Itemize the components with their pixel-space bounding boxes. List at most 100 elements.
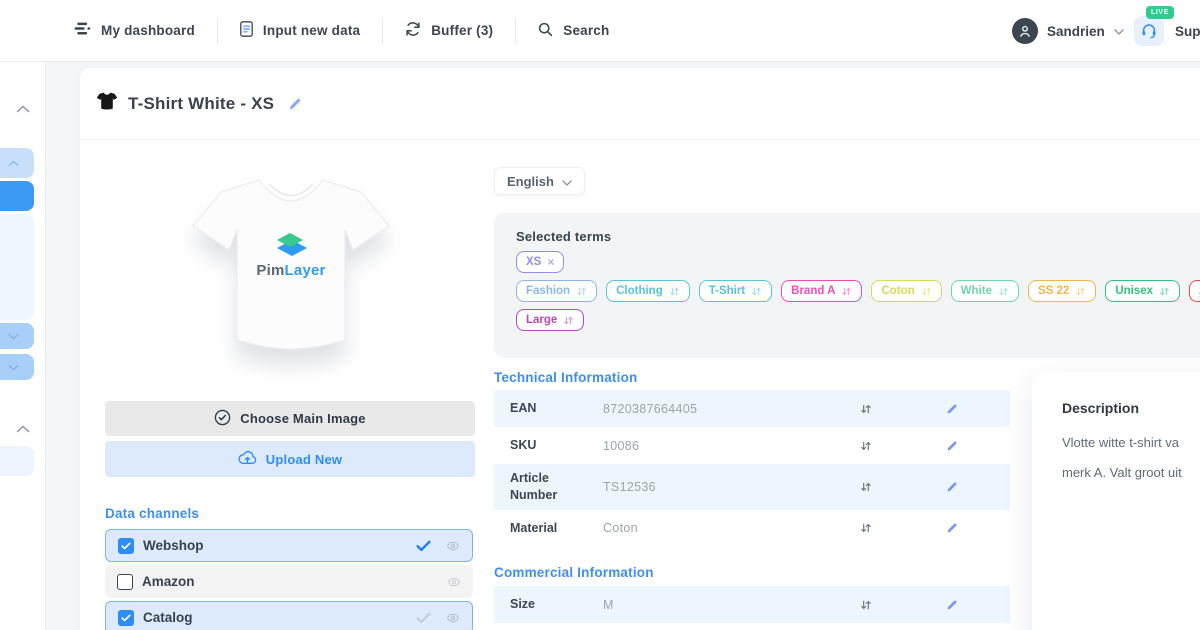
eye-icon[interactable] bbox=[446, 539, 460, 553]
app-root: My dashboard Input new data Buffer (3) S… bbox=[0, 0, 1200, 630]
attribute-value: Coton bbox=[603, 521, 638, 535]
tag-label: Clothing bbox=[616, 285, 663, 297]
attribute-row-article-number: Article Number TS12536 bbox=[494, 464, 1010, 510]
sidebar-group[interactable] bbox=[0, 214, 34, 320]
sidebar-item[interactable] bbox=[0, 148, 34, 178]
checkbox-checked[interactable] bbox=[118, 538, 134, 554]
term-tag-fashion[interactable]: Fashion bbox=[516, 280, 597, 302]
edit-icon[interactable] bbox=[946, 481, 958, 493]
language-value: English bbox=[507, 174, 554, 189]
checkbox-checked[interactable] bbox=[118, 610, 134, 626]
tag-label: White bbox=[961, 285, 992, 297]
attribute-label: Size bbox=[510, 596, 587, 613]
sort-icon[interactable] bbox=[860, 599, 872, 611]
tag-label: Large bbox=[526, 314, 557, 326]
refresh-icon bbox=[405, 21, 421, 40]
tag-label: Coton bbox=[881, 285, 914, 297]
sidebar-item[interactable] bbox=[0, 354, 34, 380]
upload-new-button[interactable]: Upload New bbox=[105, 441, 475, 477]
term-tag-ss-22[interactable]: SS 22 bbox=[1028, 280, 1096, 302]
eye-icon[interactable] bbox=[446, 611, 460, 625]
nav-my-dashboard[interactable]: My dashboard bbox=[74, 18, 217, 44]
data-channels-heading: Data channels bbox=[105, 506, 199, 521]
terms-row-2: Large bbox=[516, 309, 1200, 331]
edit-icon[interactable] bbox=[946, 522, 958, 534]
language-selector[interactable]: English bbox=[494, 167, 585, 195]
chevron-down-icon bbox=[562, 174, 572, 189]
channel-webshop[interactable]: Webshop bbox=[105, 529, 473, 562]
attribute-value: M bbox=[603, 598, 614, 612]
description-text-line: Vlotte witte t-shirt va bbox=[1062, 428, 1200, 458]
edit-icon[interactable] bbox=[288, 97, 302, 111]
tshirt-icon bbox=[96, 92, 118, 116]
channel-label: Amazon bbox=[142, 574, 195, 589]
sort-icon bbox=[563, 315, 574, 326]
edit-icon[interactable] bbox=[946, 403, 958, 415]
nav-buffer[interactable]: Buffer (3) bbox=[382, 18, 515, 44]
nav-label: Search bbox=[563, 23, 609, 38]
term-tag-unisex[interactable]: Unisex bbox=[1105, 280, 1180, 302]
terms-row-1: Fashion Clothing T-Shirt Brand A Coton White S… bbox=[516, 280, 1200, 302]
pimlayer-logo: PimLayer bbox=[185, 232, 397, 279]
nav-input-new-data[interactable]: Input new data bbox=[217, 18, 382, 44]
attribute-value: TS12536 bbox=[603, 480, 656, 494]
sidebar-item-active[interactable] bbox=[0, 181, 34, 211]
sort-icon[interactable] bbox=[860, 440, 872, 452]
channel-amazon[interactable]: Amazon bbox=[105, 565, 473, 598]
sidebar-item[interactable] bbox=[0, 446, 34, 476]
term-tag-coton[interactable]: Coton bbox=[871, 280, 941, 302]
chevron-up-icon[interactable] bbox=[16, 420, 30, 438]
term-tag-t-shirt[interactable]: T-Shirt bbox=[699, 280, 772, 302]
chevron-down-icon bbox=[1114, 22, 1124, 40]
attribute-label: Article Number bbox=[510, 470, 587, 504]
selected-terms-heading: Selected terms bbox=[516, 229, 1200, 244]
term-tag-white[interactable]: White bbox=[951, 280, 1019, 302]
term-tag-clothing[interactable]: Clothing bbox=[606, 280, 690, 302]
sort-icon bbox=[751, 286, 762, 297]
avatar bbox=[1012, 18, 1038, 44]
term-tag-adults[interactable]: Adults bbox=[1189, 280, 1200, 302]
remove-icon[interactable]: × bbox=[547, 255, 554, 269]
term-tag-large[interactable]: Large bbox=[516, 309, 584, 331]
circle-check-icon bbox=[214, 409, 231, 429]
user-name: Sandrien bbox=[1047, 24, 1105, 39]
support-button[interactable]: LIVE Sup bbox=[1134, 16, 1200, 46]
nav-search[interactable]: Search bbox=[515, 18, 631, 44]
sort-icon[interactable] bbox=[860, 522, 872, 534]
nav-label: Buffer (3) bbox=[431, 23, 493, 38]
edit-icon[interactable] bbox=[946, 440, 958, 452]
user-menu[interactable]: Sandrien bbox=[1012, 18, 1124, 44]
sort-icon bbox=[998, 286, 1009, 297]
product-image[interactable]: PimLayer bbox=[185, 174, 397, 386]
attribute-row-size: Size M bbox=[494, 586, 1010, 623]
chevron-up-icon[interactable] bbox=[16, 100, 30, 118]
tag-label: Unisex bbox=[1115, 285, 1153, 297]
dashboard-icon bbox=[74, 22, 91, 39]
attribute-label: EAN bbox=[510, 400, 587, 417]
edit-icon[interactable] bbox=[946, 599, 958, 611]
cloud-upload-icon bbox=[238, 450, 257, 468]
eye-icon[interactable] bbox=[447, 575, 461, 589]
logo-text-pim: Pim bbox=[256, 262, 284, 279]
checkbox-unchecked[interactable] bbox=[117, 574, 133, 590]
main-nav: My dashboard Input new data Buffer (3) S… bbox=[74, 18, 631, 44]
tag-label: SS 22 bbox=[1038, 285, 1069, 297]
technical-information-table: EAN8720387664405SKU10086Article NumberTS… bbox=[494, 390, 1010, 547]
commercial-information-table: Size M bbox=[494, 586, 1010, 623]
choose-main-image-button[interactable]: Choose Main Image bbox=[105, 401, 475, 436]
top-navbar: My dashboard Input new data Buffer (3) S… bbox=[0, 0, 1200, 62]
sort-icon[interactable] bbox=[860, 481, 872, 493]
sort-icon bbox=[1159, 286, 1170, 297]
attribute-value: 10086 bbox=[603, 439, 639, 453]
description-text-line: merk A. Valt groot uit bbox=[1062, 458, 1200, 488]
sort-icon[interactable] bbox=[860, 403, 872, 415]
headset-icon: LIVE bbox=[1134, 16, 1164, 46]
nav-label: Input new data bbox=[263, 23, 360, 38]
sidebar-item[interactable] bbox=[0, 323, 34, 349]
logo-text-layer: Layer bbox=[285, 262, 326, 279]
term-tag-xs[interactable]: XS× bbox=[516, 251, 564, 273]
product-title-row: T-Shirt White - XS bbox=[80, 68, 1200, 140]
channel-label: Webshop bbox=[143, 538, 204, 553]
channel-catalog[interactable]: Catalog bbox=[105, 601, 473, 630]
term-tag-brand-a[interactable]: Brand A bbox=[781, 280, 862, 302]
